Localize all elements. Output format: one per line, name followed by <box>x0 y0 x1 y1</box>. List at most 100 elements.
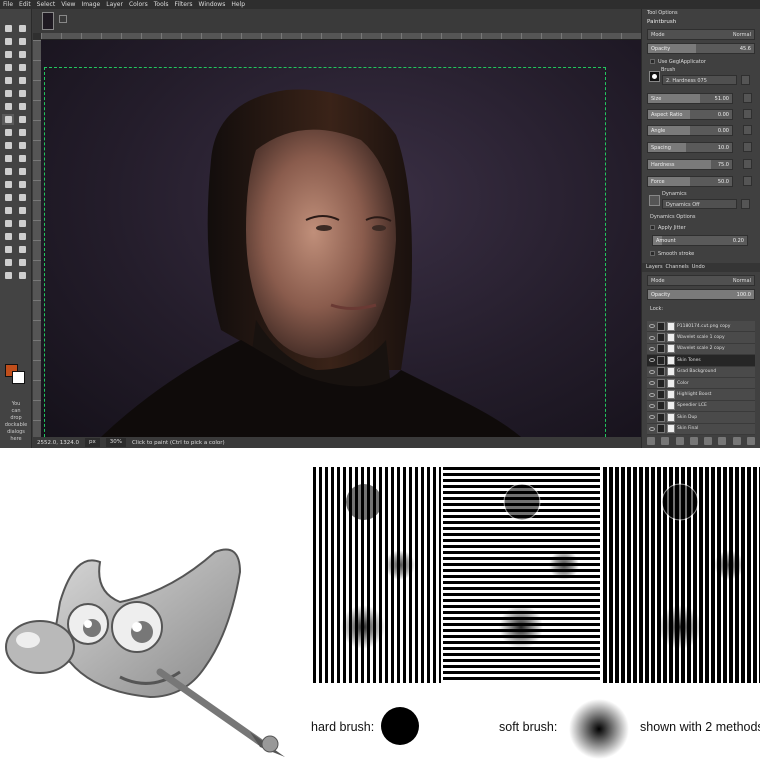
blend-tool-icon[interactable] <box>2 101 14 112</box>
crop-tool-icon[interactable] <box>2 49 14 60</box>
rotate-tool-icon[interactable] <box>16 49 28 60</box>
eye-icon[interactable] <box>649 392 655 397</box>
airbrush-tool-icon[interactable] <box>2 127 14 138</box>
edit-brush-icon[interactable] <box>741 75 750 85</box>
dynamics-select[interactable]: Dynamics Off <box>662 199 737 209</box>
clone-tool-icon[interactable] <box>2 140 14 151</box>
menu-file[interactable]: File <box>3 0 13 9</box>
menu-tools[interactable]: Tools <box>154 0 169 9</box>
raise-layer-icon[interactable] <box>675 437 684 445</box>
warp-transform-tool-icon[interactable] <box>2 218 14 229</box>
color-picker-tool-icon[interactable] <box>16 166 28 177</box>
aspect-ratio-slider[interactable]: Aspect Ratio 0.00 <box>647 109 733 120</box>
vertical-ruler[interactable] <box>33 40 41 437</box>
cage-tool-icon[interactable] <box>2 75 14 86</box>
text-tool-icon[interactable] <box>2 88 14 99</box>
menu-view[interactable]: View <box>61 0 75 9</box>
opacity-slider[interactable]: Opacity 45.6 <box>647 43 755 54</box>
force-slider[interactable]: Force 50.0 <box>647 176 733 187</box>
invert-tool-icon[interactable] <box>2 270 14 281</box>
layer-opacity-slider[interactable]: Opacity 100.0 <box>647 289 755 300</box>
zoom-select[interactable]: 30% <box>105 438 126 447</box>
menu-filters[interactable]: Filters <box>175 0 193 9</box>
pencil-tool-icon[interactable] <box>16 101 28 112</box>
hardness-reset-icon[interactable] <box>743 159 752 169</box>
foreground-select-tool-icon[interactable] <box>16 218 28 229</box>
mypaint-tool-icon[interactable] <box>2 231 14 242</box>
brush-chooser[interactable]: Brush 2. Hardness 075 <box>647 67 755 91</box>
align-tool-icon[interactable] <box>2 192 14 203</box>
levels-tool-icon[interactable] <box>2 244 14 255</box>
eye-icon[interactable] <box>649 369 655 374</box>
eye-icon[interactable] <box>649 426 655 431</box>
desaturate-tool-icon[interactable] <box>16 257 28 268</box>
brush-select[interactable]: 2. Hardness 075 <box>662 75 737 85</box>
layer-row[interactable]: Skin Tones <box>647 355 755 367</box>
layer-row[interactable]: Wavelet scale 1 copy <box>647 332 755 344</box>
layer-row[interactable]: Skin Final <box>647 424 755 435</box>
eraser-tool-icon[interactable] <box>16 114 28 125</box>
layer-row[interactable]: Speedier LCE <box>647 401 755 413</box>
apply-jitter-option[interactable]: Apply Jitter <box>647 223 755 234</box>
spacing-reset-icon[interactable] <box>743 142 752 152</box>
force-reset-icon[interactable] <box>743 176 752 186</box>
unified-transform-tool-icon[interactable] <box>2 205 14 216</box>
layer-mode-select[interactable]: Mode Normal <box>647 275 755 286</box>
measure-tool-icon[interactable] <box>16 179 28 190</box>
new-layer-icon[interactable] <box>647 437 655 445</box>
zoom-tool-icon[interactable] <box>2 179 14 190</box>
tab-tool-options[interactable]: Tool Options <box>642 9 760 18</box>
aspect-reset-icon[interactable] <box>743 109 752 119</box>
menu-colors[interactable]: Colors <box>129 0 148 9</box>
fuzzy-select-tool-icon[interactable] <box>2 36 14 47</box>
heal-tool-icon[interactable] <box>16 140 28 151</box>
mask-icon[interactable] <box>732 437 741 445</box>
spacing-slider[interactable]: Spacing 10.0 <box>647 142 733 153</box>
paint-mode-select[interactable]: Mode Normal <box>647 29 755 40</box>
angle-reset-icon[interactable] <box>743 125 752 135</box>
smooth-stroke-checkbox[interactable] <box>650 251 655 256</box>
warp-tool-icon[interactable] <box>16 75 28 86</box>
tab-channels[interactable]: Channels <box>666 263 689 272</box>
unit-select[interactable]: px <box>85 438 100 447</box>
duplicate-layer-icon[interactable] <box>704 437 713 445</box>
perspective-tool-icon[interactable] <box>16 192 28 203</box>
eye-icon[interactable] <box>649 346 655 351</box>
flip-tool-icon[interactable] <box>16 62 28 73</box>
layer-row[interactable]: Color <box>647 378 755 390</box>
path-tool-icon[interactable] <box>2 166 14 177</box>
gegl-tool-icon[interactable] <box>16 231 28 242</box>
dynamics-preview-icon[interactable] <box>649 195 660 206</box>
tab-undo[interactable]: Undo <box>692 263 705 272</box>
rect-select-tool-icon[interactable] <box>2 23 14 34</box>
background-color-swatch[interactable] <box>12 371 25 384</box>
image-canvas[interactable] <box>41 40 641 437</box>
edit-dynamics-icon[interactable] <box>741 199 750 209</box>
jitter-amount-slider[interactable]: Amount 0.20 <box>652 235 748 246</box>
layer-row[interactable]: Grad Background <box>647 367 755 378</box>
use-gegl-checkbox[interactable] <box>650 59 655 64</box>
horizontal-ruler[interactable] <box>41 33 641 40</box>
free-select-tool-icon[interactable] <box>16 23 28 34</box>
layer-row[interactable]: Wavelet scale 2 copy <box>647 344 755 356</box>
eye-icon[interactable] <box>649 381 655 386</box>
size-reset-icon[interactable] <box>743 93 752 103</box>
layer-row[interactable]: Highlight Boost <box>647 389 755 401</box>
menu-layer[interactable]: Layer <box>106 0 123 9</box>
layer-row[interactable]: Skin Dup <box>647 412 755 424</box>
menu-help[interactable]: Help <box>231 0 245 9</box>
smooth-stroke-option[interactable]: Smooth stroke <box>647 249 755 260</box>
image-tab-thumbnail[interactable] <box>42 12 54 30</box>
lower-layer-icon[interactable] <box>689 437 698 445</box>
brush-preview-icon[interactable] <box>649 71 660 82</box>
hardness-slider[interactable]: Hardness 75.0 <box>647 159 733 170</box>
hue-saturation-tool-icon[interactable] <box>16 270 28 281</box>
eye-icon[interactable] <box>649 415 655 420</box>
menu-edit[interactable]: Edit <box>19 0 31 9</box>
layer-row[interactable]: P1180174.cut.png copy <box>647 321 755 333</box>
smudge-tool-icon[interactable] <box>2 153 14 164</box>
ink-tool-icon[interactable] <box>16 127 28 138</box>
delete-layer-icon[interactable] <box>746 437 755 445</box>
menu-windows[interactable]: Windows <box>199 0 226 9</box>
angle-slider[interactable]: Angle 0.00 <box>647 125 733 136</box>
